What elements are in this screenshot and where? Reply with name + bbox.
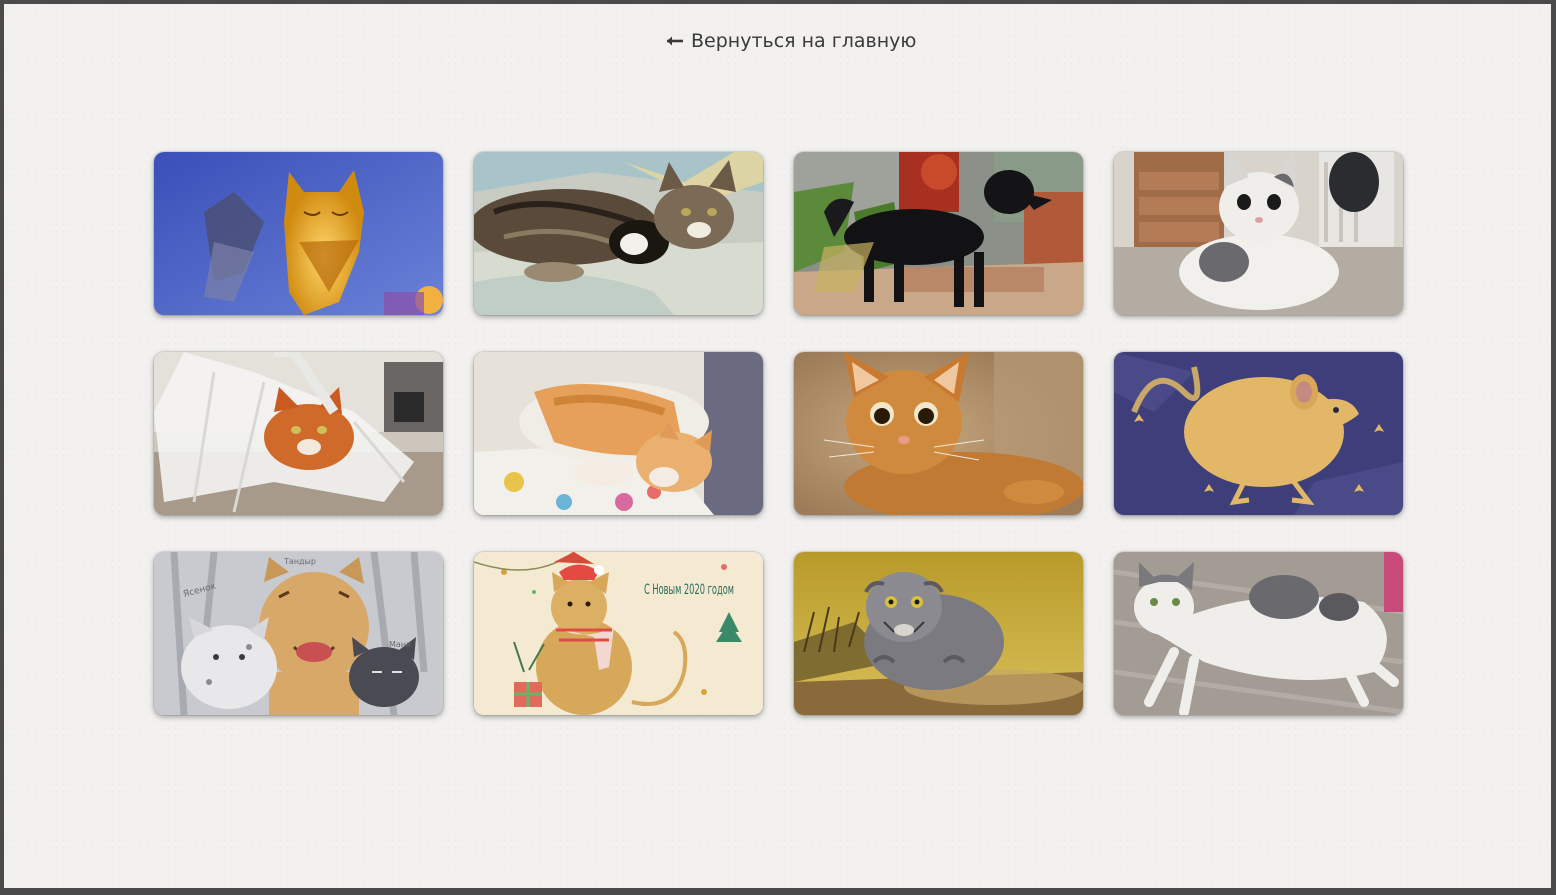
ginger-cat-bag-image [154, 352, 443, 515]
gallery-item-tabby-cats-sleeping[interactable] [474, 152, 763, 315]
label-tandyr: Тандыр [283, 557, 316, 566]
rat-drawing-image [1114, 352, 1403, 515]
ginger-kitten-image [794, 352, 1083, 515]
arrow-left-icon [667, 36, 683, 46]
black-dog-image [794, 152, 1083, 315]
big-cats-drawing-image: Ясенок Тандыр Маня [154, 552, 443, 715]
gallery-item-ginger-cat-bag[interactable] [154, 352, 443, 515]
gallery-item-ginger-cat-sleeping[interactable] [474, 352, 763, 515]
gallery-item-pallas-cat[interactable] [794, 552, 1083, 715]
white-gray-cat-image [1114, 152, 1403, 315]
gallery-item-white-gray-cat[interactable] [1114, 152, 1403, 315]
new-year-rat-card-image: С Новым 2020 годом [474, 552, 763, 715]
back-to-home-link[interactable]: Вернуться на главную [666, 30, 916, 52]
gallery-item-rat-drawing[interactable] [1114, 352, 1403, 515]
gallery-item-new-year-rat-card[interactable]: С Новым 2020 годом [474, 552, 763, 715]
page-background: Вернуться на главную Ясенок Тандыр Маня … [4, 4, 1551, 888]
white-cat-lying-image [1114, 552, 1403, 715]
gallery-item-big-cats-drawing[interactable]: Ясенок Тандыр Маня [154, 552, 443, 715]
gallery-item-ginger-kitten[interactable] [794, 352, 1083, 515]
golden-cat-lamp-image [154, 152, 443, 315]
gallery-item-golden-cat-lamp[interactable] [154, 152, 443, 315]
gallery-item-black-dog[interactable] [794, 152, 1083, 315]
gallery-item-white-cat-lying[interactable] [1114, 552, 1403, 715]
card-greeting-text: С Новым 2020 годом [644, 582, 734, 598]
ginger-cat-sleeping-image [474, 352, 763, 515]
label-manya: Маня [389, 640, 411, 649]
pallas-cat-image [794, 552, 1083, 715]
back-link-label: Вернуться на главную [691, 30, 917, 52]
tabby-cats-sleeping-image [474, 152, 763, 315]
gallery-grid: Ясенок Тандыр Маня С Новым 2020 годом [154, 152, 1404, 722]
